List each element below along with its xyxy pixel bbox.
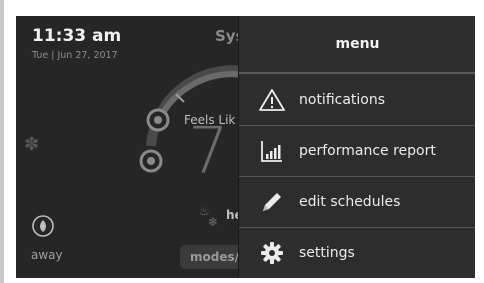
away-icon[interactable] [31,214,55,238]
thermostat-screen: 11:33 am Tue | Jun 27, 2017 Sys ✽ Feels … [16,16,475,278]
pencil-icon [259,189,285,215]
cool-setpoint-handle-dot [154,116,162,124]
menu-item-notifications[interactable]: notifications [239,75,475,126]
menu-item-label: notifications [299,92,386,108]
frame-edge [0,0,4,283]
menu-item-label: edit schedules [299,194,401,210]
menu-panel: menu notifications performance report ed… [238,16,475,278]
warning-icon [259,87,285,113]
away-label[interactable]: away [31,248,63,262]
menu-item-label: settings [299,245,355,261]
menu-title: menu [335,36,380,52]
menu-item-settings[interactable]: settings [239,228,475,278]
menu-item-edit-schedules[interactable]: edit schedules [239,177,475,228]
snowflake-icon: ❄ [208,215,219,229]
menu-item-performance-report[interactable]: performance report [239,126,475,177]
fan-icon[interactable]: ✽ [24,134,39,155]
gear-icon [259,240,285,266]
menu-header: menu [239,16,475,74]
device-frame: 11:33 am Tue | Jun 27, 2017 Sys ✽ Feels … [0,0,484,283]
current-temperature: 7 [188,115,229,189]
menu-item-label: performance report [299,143,436,159]
heat-setpoint-handle-dot [147,157,155,165]
bar-chart-icon [259,138,285,164]
